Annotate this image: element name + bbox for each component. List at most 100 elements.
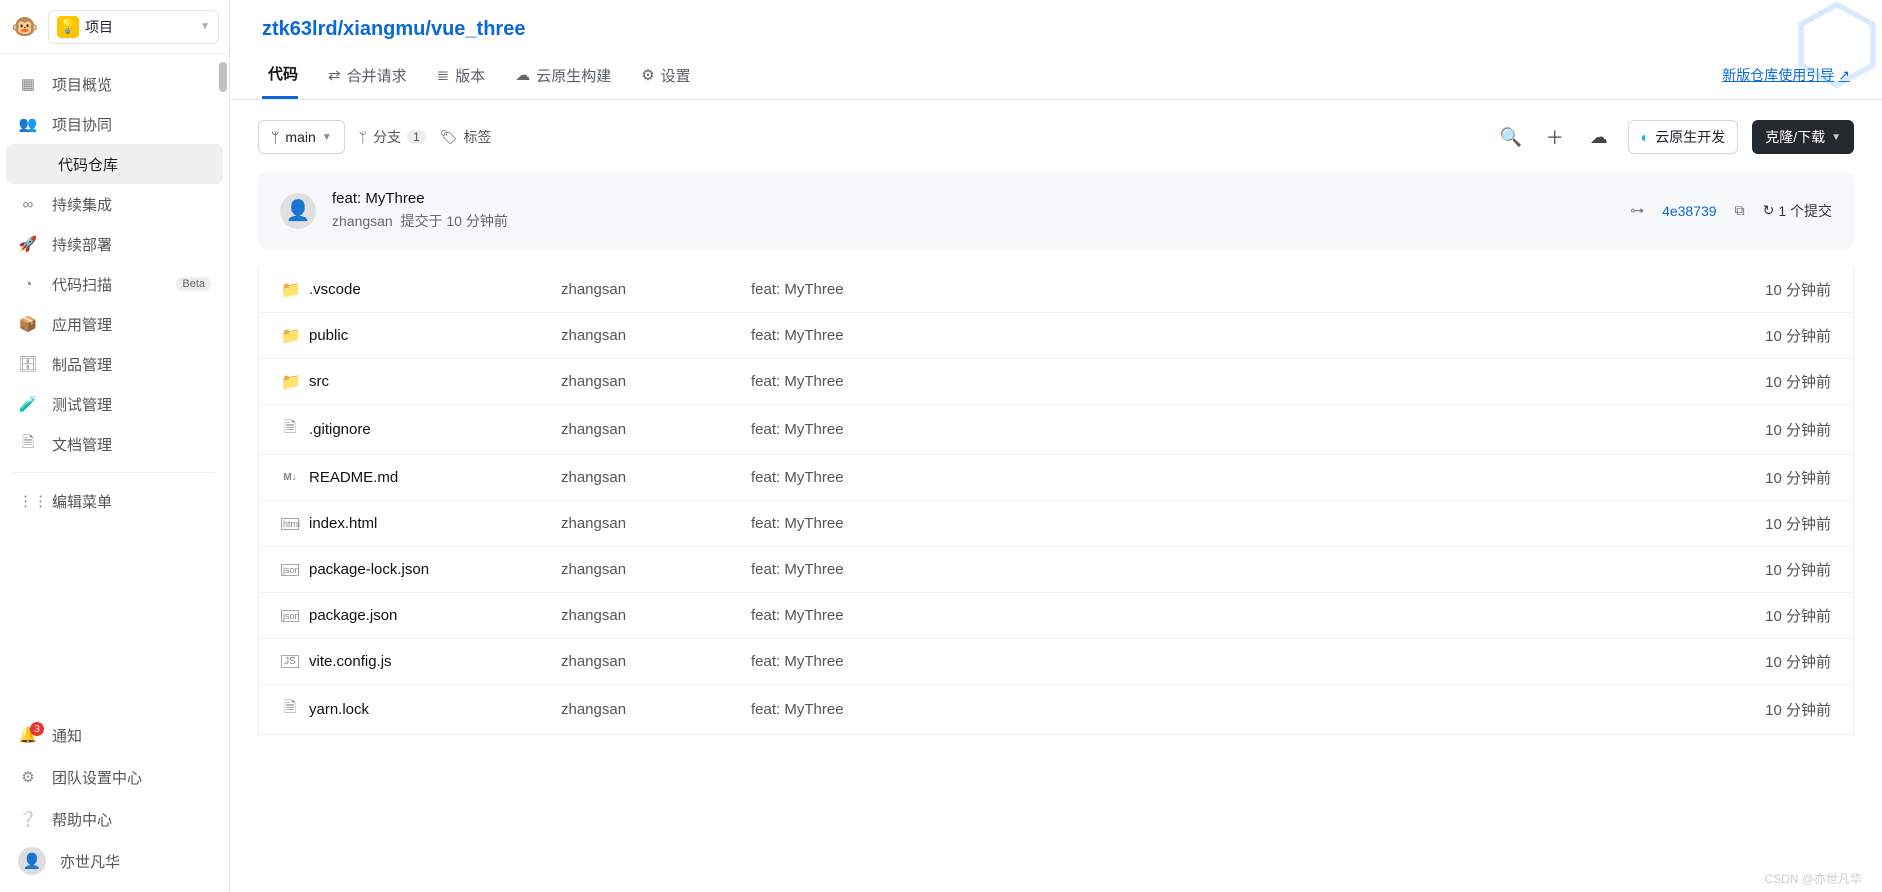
breadcrumb-repo[interactable]: vue_three	[431, 18, 526, 40]
file-time: 10 分钟前	[1765, 371, 1831, 392]
sidebar-item[interactable]: 👥 项目协同	[0, 104, 229, 144]
commit-hash[interactable]: 4e38739	[1662, 203, 1717, 219]
repo-tab[interactable]: ⚙设置	[641, 51, 690, 99]
commit-avatar: 👤	[280, 193, 316, 229]
commit-author[interactable]: zhangsan	[332, 213, 393, 229]
file-author[interactable]: zhangsan	[561, 653, 751, 670]
file-name-cell[interactable]: M↓README.md	[281, 469, 561, 486]
nav-icon: ▦	[18, 75, 38, 93]
branches-link[interactable]: ᛘ 分支 1	[359, 127, 426, 147]
file-commit-msg[interactable]: feat: MyThree	[751, 701, 1765, 718]
sidebar-item[interactable]: ◔ 代码扫描Beta	[0, 264, 229, 304]
file-author[interactable]: zhangsan	[561, 469, 751, 486]
file-row[interactable]: jsonpackage-lock.json zhangsan feat: MyT…	[259, 546, 1853, 592]
add-button[interactable]: ＋	[1540, 122, 1570, 152]
sidebar-item-help[interactable]: ❔ 帮助中心	[0, 798, 229, 840]
file-row[interactable]: 🗎yarn.lock zhangsan feat: MyThree 10 分钟前	[259, 684, 1853, 734]
file-name: package-lock.json	[309, 561, 429, 578]
file-name-cell[interactable]: 📁src	[281, 372, 561, 392]
project-selector[interactable]: 💡 项目 ▼	[48, 10, 219, 44]
upload-button[interactable]: ☁	[1584, 122, 1614, 152]
file-commit-msg[interactable]: feat: MyThree	[751, 515, 1765, 532]
clone-download-button[interactable]: 克隆/下载 ▼	[1752, 120, 1854, 154]
file-author[interactable]: zhangsan	[561, 327, 751, 344]
tag-icon: 🏷	[440, 129, 458, 146]
file-row[interactable]: 📁public zhangsan feat: MyThree 10 分钟前	[259, 312, 1853, 358]
sidebar-item[interactable]: 🗎 文档管理	[0, 424, 229, 464]
repo-tab[interactable]: ⇄合并请求	[328, 51, 407, 99]
decorative-hex-icon	[1792, 0, 1882, 90]
sidebar-item[interactable]: 🧪 测试管理	[0, 384, 229, 424]
file-name-cell[interactable]: 📁.vscode	[281, 280, 561, 300]
file-name: public	[309, 327, 348, 344]
tab-icon: ⇄	[328, 66, 341, 84]
branch-selector[interactable]: ᛘ main ▼	[258, 120, 345, 154]
sidebar-item[interactable]: ▦ 项目概览	[0, 64, 229, 104]
commit-title[interactable]: feat: MyThree	[332, 190, 1614, 207]
cloud-dev-button[interactable]: ◐ 云原生开发	[1628, 120, 1738, 154]
tab-label: 代码	[268, 63, 298, 84]
lightbulb-icon: 💡	[57, 16, 79, 38]
file-row[interactable]: jsonpackage.json zhangsan feat: MyThree …	[259, 592, 1853, 638]
repo-tab[interactable]: ≣版本	[437, 51, 486, 99]
sidebar-item[interactable]: 📦 应用管理	[0, 304, 229, 344]
file-name-cell[interactable]: JSvite.config.js	[281, 653, 561, 670]
file-row[interactable]: 🗎.gitignore zhangsan feat: MyThree 10 分钟…	[259, 404, 1853, 454]
file-row[interactable]: JSvite.config.js zhangsan feat: MyThree …	[259, 638, 1853, 684]
file-commit-msg[interactable]: feat: MyThree	[751, 607, 1765, 624]
sidebar-item[interactable]: ∞ 持续集成	[0, 184, 229, 224]
file-author[interactable]: zhangsan	[561, 561, 751, 578]
sidebar-item[interactable]: 🚀 持续部署	[0, 224, 229, 264]
breadcrumb: ztk63lrd/xiangmu/vue_three	[230, 0, 1882, 51]
badge: Beta	[176, 277, 211, 291]
file-commit-msg[interactable]: feat: MyThree	[751, 421, 1765, 438]
sidebar-item-notify[interactable]: 🔔 通知	[0, 714, 229, 756]
file-author[interactable]: zhangsan	[561, 515, 751, 532]
file-commit-msg[interactable]: feat: MyThree	[751, 561, 1765, 578]
sidebar-bottom: 🔔 通知 ⚙ 团队设置中心 ❔ 帮助中心 👤 亦世凡华	[0, 704, 229, 892]
file-row[interactable]: M↓README.md zhangsan feat: MyThree 10 分钟…	[259, 454, 1853, 500]
file-name-cell[interactable]: htmlindex.html	[281, 515, 561, 532]
file-author[interactable]: zhangsan	[561, 701, 751, 718]
file-list: 📁.vscode zhangsan feat: MyThree 10 分钟前 📁…	[258, 267, 1854, 735]
file-name-cell[interactable]: 📁public	[281, 326, 561, 346]
scrollbar-thumb[interactable]	[219, 62, 227, 92]
sidebar-item[interactable]: 🗄 制品管理	[0, 344, 229, 384]
file-commit-msg[interactable]: feat: MyThree	[751, 373, 1765, 390]
search-button[interactable]: 🔍	[1496, 122, 1526, 152]
copy-hash-button[interactable]: ⧉	[1735, 202, 1745, 219]
file-name: package.json	[309, 607, 397, 624]
commit-info: feat: MyThree zhangsan 提交于 10 分钟前	[332, 190, 1614, 231]
file-author[interactable]: zhangsan	[561, 373, 751, 390]
file-commit-msg[interactable]: feat: MyThree	[751, 327, 1765, 344]
app-logo[interactable]: 🐵	[10, 12, 40, 42]
sidebar-item-edit-menu[interactable]: ⋮⋮⋮编辑菜单	[0, 481, 229, 521]
repo-tab[interactable]: 代码	[262, 51, 298, 99]
nav-icon: 🧪	[18, 395, 38, 413]
file-name: index.html	[309, 515, 377, 532]
file-row[interactable]: 📁.vscode zhangsan feat: MyThree 10 分钟前	[259, 267, 1853, 312]
repo-tab[interactable]: ☁云原生构建	[515, 51, 611, 99]
file-time: 10 分钟前	[1765, 559, 1831, 580]
breadcrumb-group[interactable]: xiangmu	[343, 18, 425, 40]
breadcrumb-owner[interactable]: ztk63lrd	[262, 18, 338, 40]
file-name-cell[interactable]: 🗎.gitignore	[281, 417, 561, 442]
file-row[interactable]: htmlindex.html zhangsan feat: MyThree 10…	[259, 500, 1853, 546]
file-author[interactable]: zhangsan	[561, 281, 751, 298]
file-name: .gitignore	[309, 421, 371, 438]
plus-icon: ＋	[1546, 124, 1564, 150]
file-commit-msg[interactable]: feat: MyThree	[751, 653, 1765, 670]
file-name-cell[interactable]: jsonpackage-lock.json	[281, 561, 561, 578]
sidebar-item-user[interactable]: 👤 亦世凡华	[0, 840, 229, 882]
file-name-cell[interactable]: 🗎yarn.lock	[281, 697, 561, 722]
sidebar-item-team-settings[interactable]: ⚙ 团队设置中心	[0, 756, 229, 798]
history-link[interactable]: ↻ 1 个提交	[1763, 201, 1832, 221]
file-commit-msg[interactable]: feat: MyThree	[751, 281, 1765, 298]
file-author[interactable]: zhangsan	[561, 607, 751, 624]
file-row[interactable]: 📁src zhangsan feat: MyThree 10 分钟前	[259, 358, 1853, 404]
tags-link[interactable]: 🏷 标签	[440, 127, 492, 147]
file-author[interactable]: zhangsan	[561, 421, 751, 438]
file-name-cell[interactable]: jsonpackage.json	[281, 607, 561, 624]
sidebar-item[interactable]: 代码仓库	[6, 144, 223, 184]
file-commit-msg[interactable]: feat: MyThree	[751, 469, 1765, 486]
